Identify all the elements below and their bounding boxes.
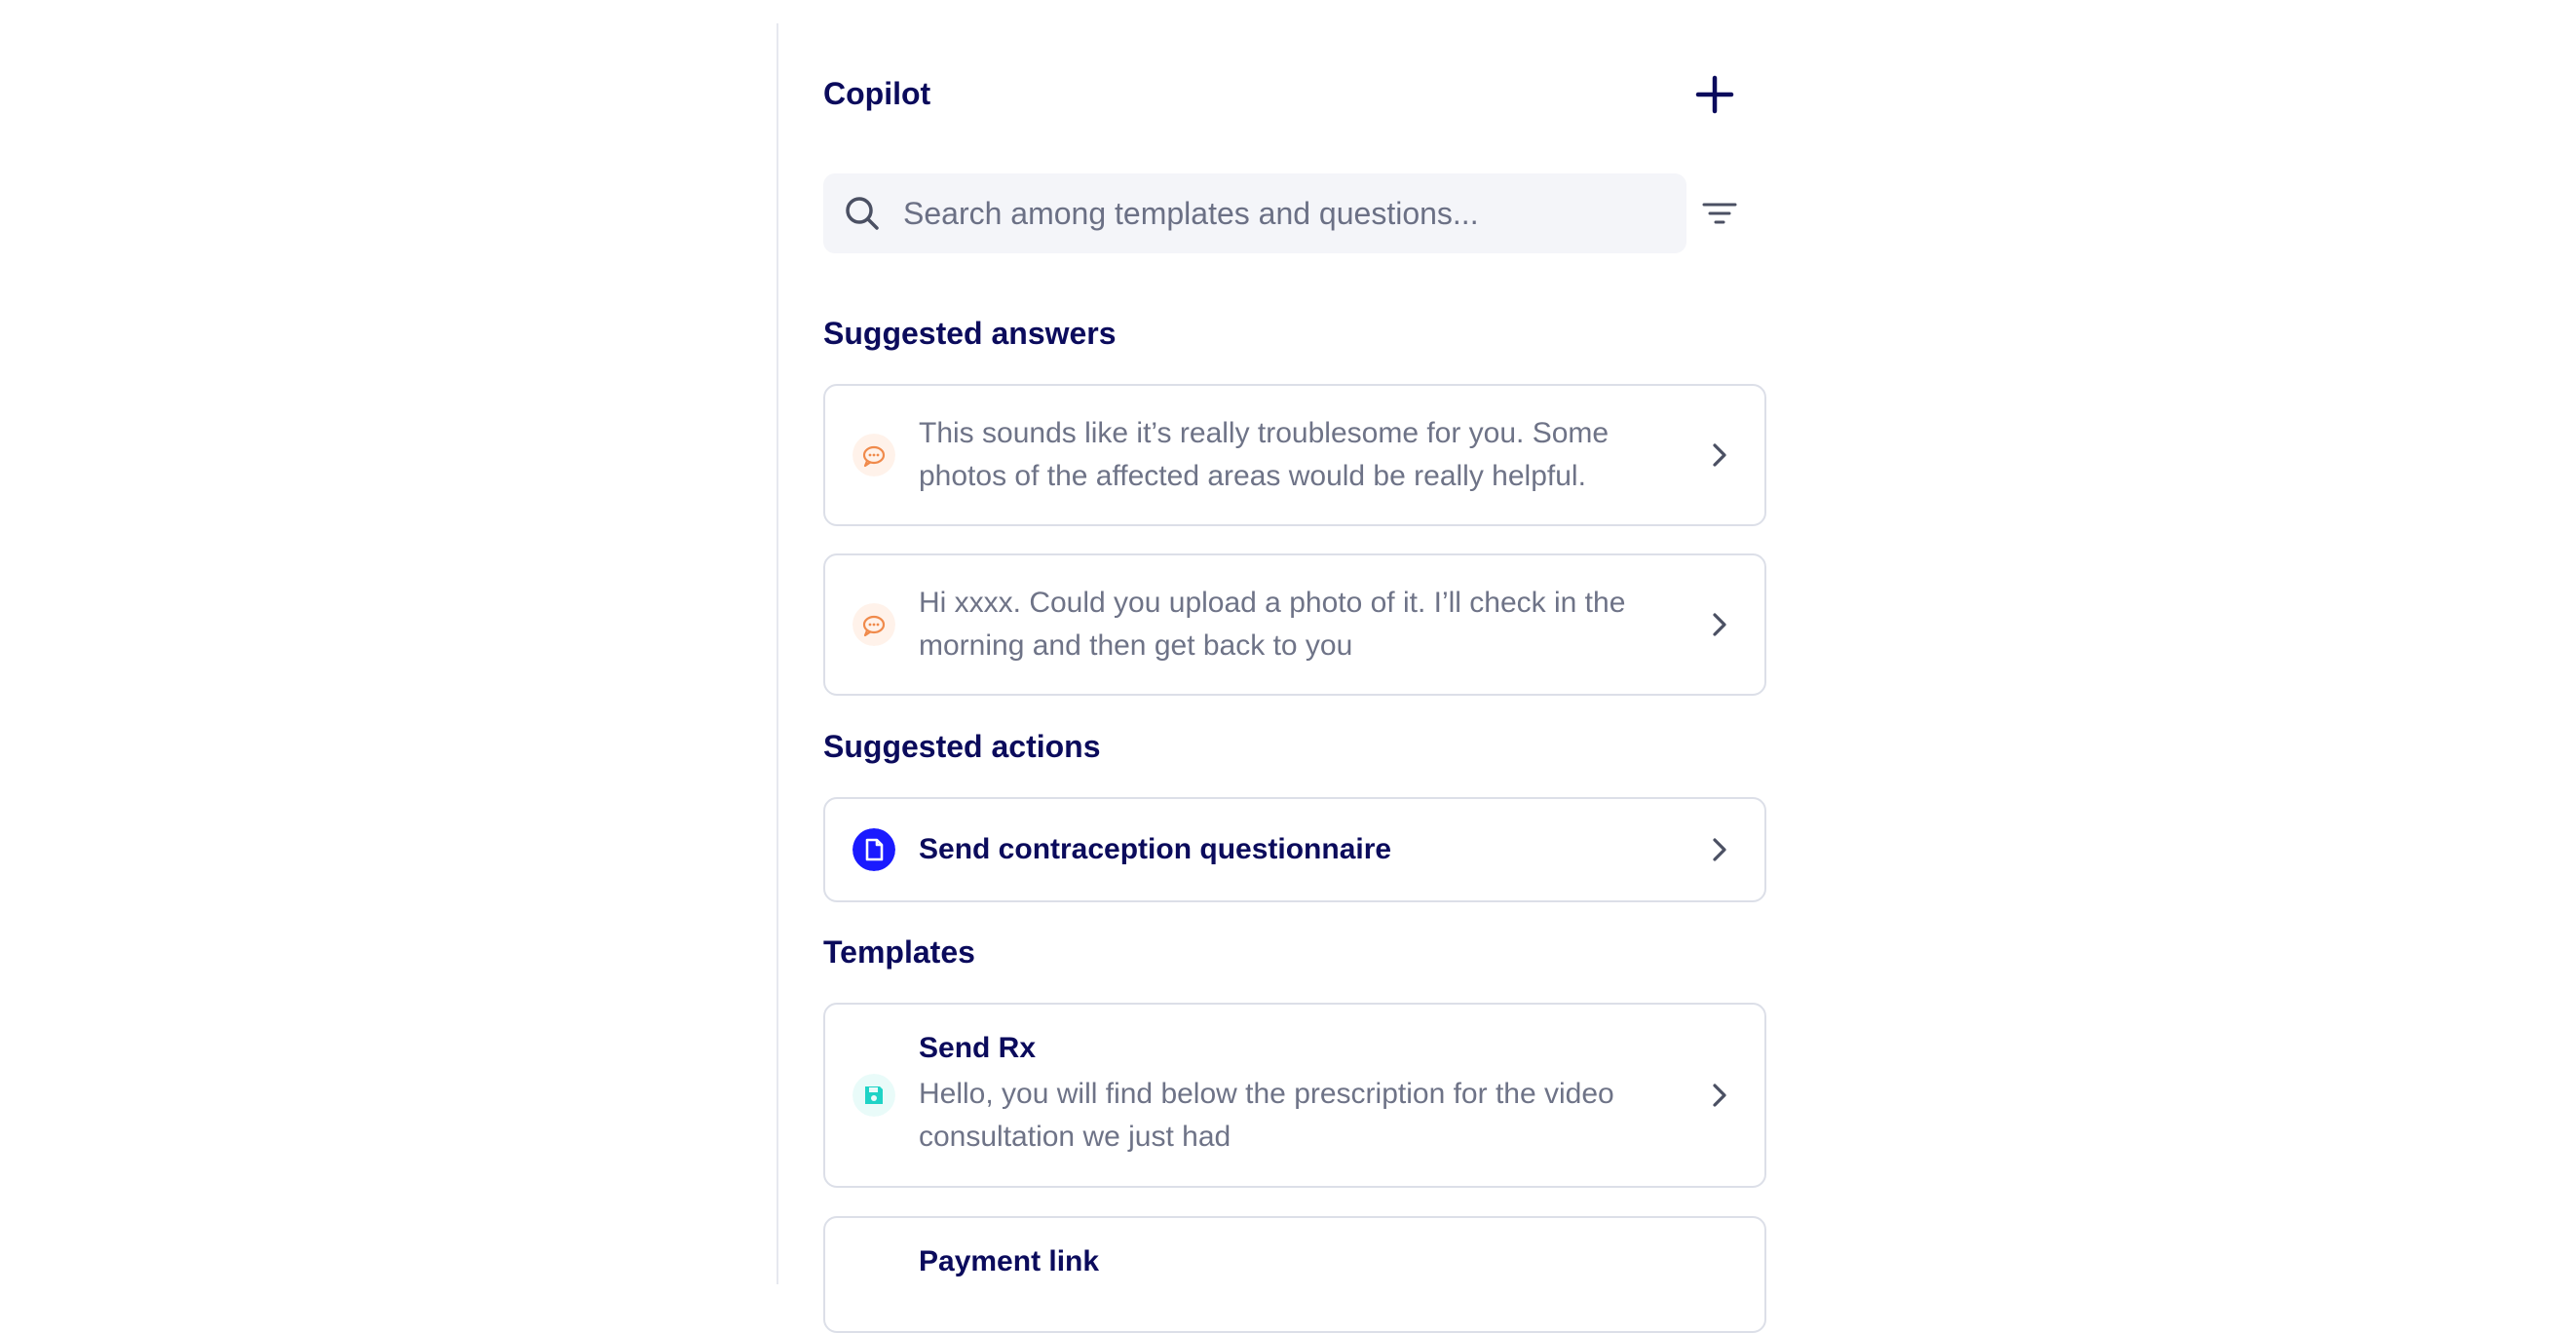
template-title: Send Rx (919, 1032, 1037, 1064)
template-card[interactable]: Payment link (823, 1216, 1766, 1333)
copilot-header: Copilot (823, 70, 1739, 119)
suggested-answer-text: This sounds like it’s really troublesome… (919, 417, 1610, 492)
suggested-answer-card[interactable]: This sounds like it’s really troublesome… (823, 384, 1766, 526)
copilot-panel: Copilot Suggested answers (777, 23, 1766, 1333)
panel-title: Copilot (823, 76, 931, 111)
search-icon (846, 197, 879, 230)
chevron-right-icon (1713, 613, 1726, 636)
search-box (823, 173, 1686, 253)
section-title-suggested-answers: Suggested answers (823, 316, 1117, 351)
suggested-answer-text: Hi xxxx. Could you upload a photo of it.… (919, 587, 1626, 662)
search-row (823, 173, 1739, 253)
chat-bubble-icon (852, 603, 895, 646)
section-title-templates: Templates (823, 934, 975, 970)
plus-icon (1695, 75, 1734, 114)
template-body: Hello, you will find below the prescript… (919, 1078, 1614, 1153)
search-input[interactable] (903, 173, 1663, 253)
chevron-right-icon (1713, 443, 1726, 467)
document-icon (852, 828, 895, 871)
template-card[interactable]: Send Rx Hello, you will find below the p… (823, 1003, 1766, 1188)
filter-icon (1702, 203, 1737, 224)
chevron-right-icon (1713, 838, 1726, 861)
save-icon (852, 1074, 895, 1117)
suggested-answer-card[interactable]: Hi xxxx. Could you upload a photo of it.… (823, 553, 1766, 696)
template-title: Payment link (919, 1245, 1100, 1277)
add-button[interactable] (1690, 70, 1739, 119)
section-title-suggested-actions: Suggested actions (823, 729, 1101, 764)
suggested-action-label: Send contraception questionnaire (919, 833, 1392, 865)
suggested-action-card[interactable]: Send contraception questionnaire (823, 797, 1766, 902)
chevron-right-icon (1713, 1084, 1726, 1107)
filter-button[interactable] (1700, 195, 1739, 234)
chat-bubble-icon (852, 434, 895, 476)
